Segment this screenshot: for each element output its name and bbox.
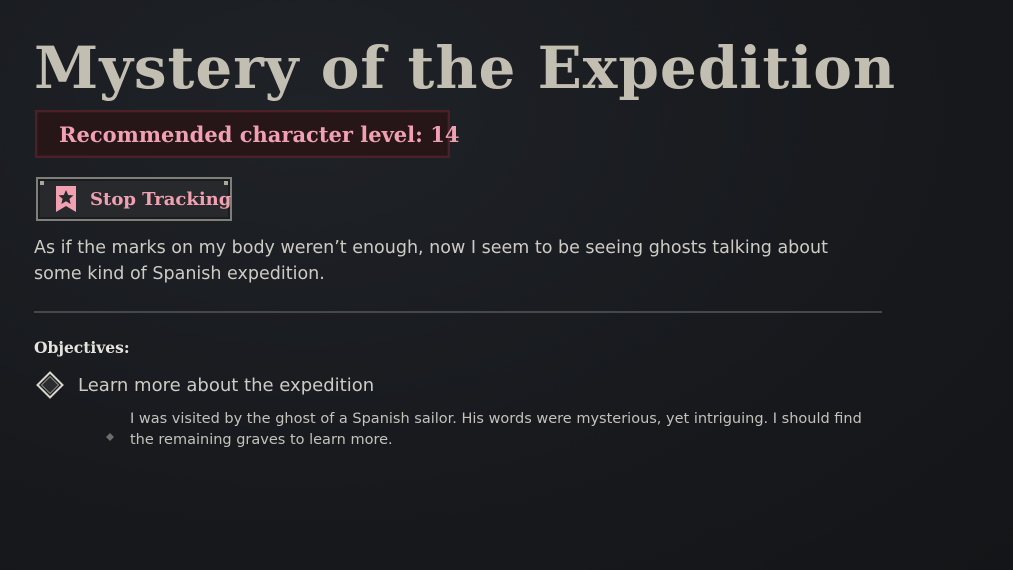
recommended-level-badge: Recommended character level: 14 (35, 110, 459, 158)
stop-tracking-label: Stop Tracking (90, 188, 232, 210)
diamond-objective-icon (36, 371, 64, 399)
recommended-level-text: Recommended character level: 14 (59, 121, 460, 147)
objectives-heading: Objectives: (34, 338, 130, 357)
stop-tracking-button[interactable]: Stop Tracking (36, 177, 232, 221)
quest-title: Mystery of the Expedition (34, 34, 897, 102)
objective-item: Learn more about the expedition (36, 371, 374, 399)
objective-detail-text: I was visited by the ghost of a Spanish … (130, 411, 862, 448)
bookmark-star-icon (54, 185, 78, 213)
objective-label: Learn more about the expedition (78, 374, 375, 396)
section-divider (34, 311, 882, 313)
quest-description: As if the marks on my body weren’t enoug… (34, 238, 828, 284)
sub-objective-bullet-icon (106, 426, 114, 441)
